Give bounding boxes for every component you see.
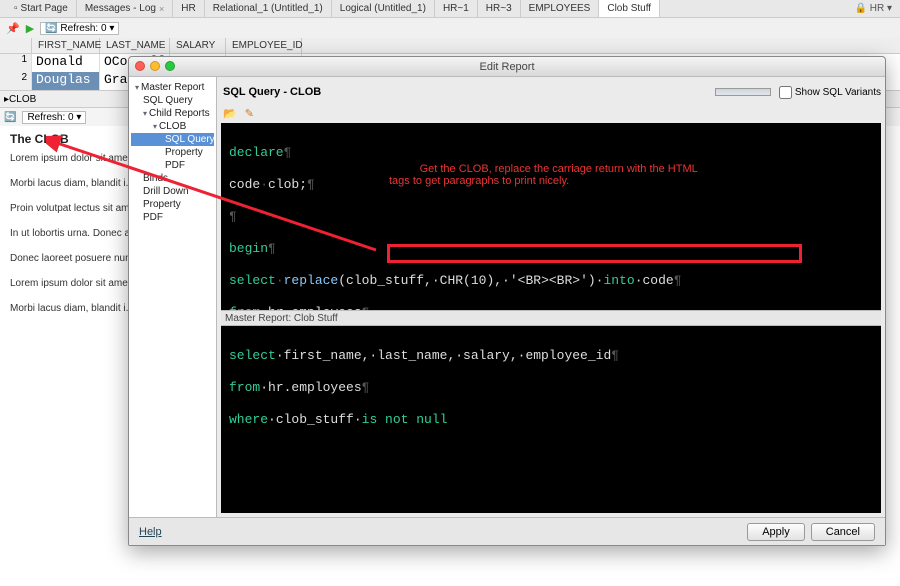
report-tree: ▾Master Report SQL Query ▾Child Reports … xyxy=(129,77,217,517)
pin-icon[interactable]: 📌 xyxy=(6,22,20,35)
tab-clob-stuff[interactable]: Clob Stuff xyxy=(599,0,660,17)
edit-report-dialog: Edit Report ▾Master Report SQL Query ▾Ch… xyxy=(128,56,886,546)
edit-icon[interactable]: ✎ xyxy=(245,107,254,120)
help-link[interactable]: Help xyxy=(139,526,162,538)
column-header[interactable]: FIRST_NAME xyxy=(32,38,100,53)
dialog-titlebar[interactable]: Edit Report xyxy=(129,57,885,77)
tree-item[interactable]: PDF xyxy=(131,159,214,172)
refresh-icon[interactable]: 🔄 xyxy=(4,112,16,123)
dialog-title: Edit Report xyxy=(479,61,534,73)
column-header[interactable]: EMPLOYEE_ID xyxy=(226,38,302,53)
tree-item[interactable]: Drill Down xyxy=(131,185,214,198)
sql-editor[interactable]: declare¶ code·clob;¶ ¶ begin¶ select·rep… xyxy=(221,123,881,310)
refresh-interval-combo[interactable]: 🔄 Refresh: 0 ▾ xyxy=(40,22,119,35)
open-file-icon[interactable]: 📂 xyxy=(223,107,237,120)
column-header[interactable]: LAST_NAME xyxy=(100,38,170,53)
tab-start-page[interactable]: ▫Start Page xyxy=(6,0,77,17)
panel-title: SQL Query - CLOB xyxy=(221,86,321,98)
page-icon: ▫ xyxy=(14,3,18,14)
tree-root[interactable]: ▾Master Report xyxy=(131,81,214,94)
tab-logical[interactable]: Logical (Untitled_1) xyxy=(332,0,435,17)
tab-hr3[interactable]: HR~3 xyxy=(478,0,521,17)
window-minimize-icon[interactable] xyxy=(150,61,160,71)
window-zoom-icon[interactable] xyxy=(165,61,175,71)
tree-item[interactable]: Property xyxy=(131,146,214,159)
window-close-icon[interactable] xyxy=(135,61,145,71)
tab-relational[interactable]: Relational_1 (Untitled_1) xyxy=(205,0,332,17)
master-report-label: Master Report: Clob Stuff xyxy=(221,310,881,326)
column-header[interactable]: SALARY xyxy=(170,38,226,53)
style-selector[interactable] xyxy=(715,88,771,96)
refresh-interval-combo[interactable]: Refresh: 0 ▾ xyxy=(22,111,86,124)
show-variants-checkbox[interactable]: Show SQL Variants xyxy=(779,86,881,99)
connection-indicator[interactable]: 🔒 HR ▾ xyxy=(847,3,900,14)
tree-item-selected[interactable]: SQL Query xyxy=(131,133,214,146)
cancel-button[interactable]: Cancel xyxy=(811,523,875,541)
tree-item[interactable]: ▾Child Reports xyxy=(131,107,214,120)
tree-item[interactable]: SQL Query xyxy=(131,94,214,107)
tab-hr1[interactable]: HR~1 xyxy=(435,0,478,17)
tab-messages[interactable]: Messages - Log× xyxy=(77,0,173,17)
tree-item[interactable]: PDF xyxy=(131,211,214,224)
tree-item[interactable]: Property xyxy=(131,198,214,211)
tab-hr[interactable]: HR xyxy=(173,0,204,17)
tree-item[interactable]: ▾CLOB xyxy=(131,120,214,133)
document-tabstrip: ▫Start Page Messages - Log× HR Relationa… xyxy=(0,0,900,18)
tab-employees[interactable]: EMPLOYEES xyxy=(521,0,600,17)
tree-item[interactable]: Binds xyxy=(131,172,214,185)
run-icon[interactable]: ▶ xyxy=(26,22,34,35)
close-icon[interactable]: × xyxy=(159,4,164,14)
apply-button[interactable]: Apply xyxy=(747,523,805,541)
sql-editor-master[interactable]: select·first_name,·last_name,·salary,·em… xyxy=(221,326,881,513)
report-toolbar: 📌 ▶ 🔄 Refresh: 0 ▾ xyxy=(0,18,900,38)
